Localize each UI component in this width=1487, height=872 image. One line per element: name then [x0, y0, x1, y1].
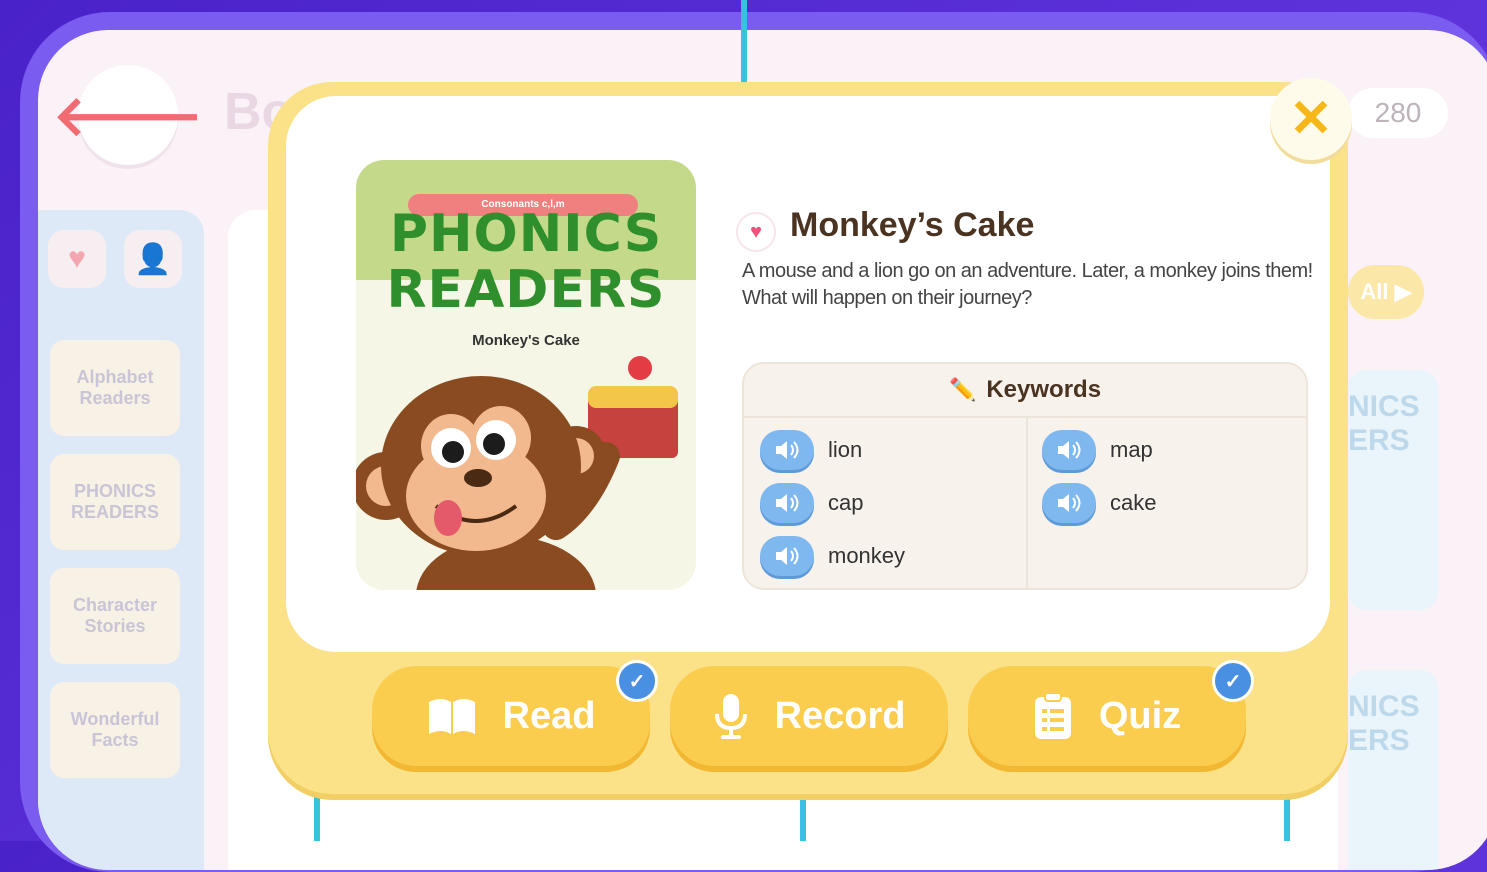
speaker-icon[interactable]	[1042, 483, 1096, 523]
book-card-peek[interactable]: NICS ERS	[1348, 370, 1438, 610]
book-title: Monkey’s Cake	[790, 206, 1035, 244]
keyword-item: lion	[760, 430, 862, 470]
book-card-peek[interactable]: NICS ERS	[1348, 670, 1438, 870]
record-label: Record	[774, 694, 906, 737]
checkmark-icon: ✓	[1212, 660, 1254, 702]
microphone-icon	[714, 694, 747, 739]
sidebar-item-phonics-readers[interactable]: PHONICS READERS	[50, 454, 180, 550]
read-label: Read	[502, 694, 596, 737]
read-button[interactable]: Read	[372, 666, 650, 766]
keywords-header: ✏️ Keywords	[744, 364, 1306, 418]
keywords-panel: ✏️ Keywords lion cap monkey map cake	[742, 362, 1308, 590]
speaker-icon[interactable]	[760, 483, 814, 523]
monkey-illustration	[356, 356, 678, 590]
book-description: A mouse and a lion go on an adventure. L…	[742, 260, 1313, 309]
keyword-label: cap	[828, 490, 864, 515]
checkmark-icon: ✓	[616, 660, 658, 702]
points-counter: 280	[1348, 88, 1448, 138]
pencil-icon: ✏️	[948, 377, 977, 402]
keyword-label: map	[1110, 437, 1153, 462]
profile-icon[interactable]: 👤	[124, 230, 182, 288]
favorite-heart-icon[interactable]: ♥	[738, 214, 774, 250]
keyword-label: lion	[828, 437, 863, 462]
close-icon: ✕	[1289, 90, 1333, 148]
favorites-heart-icon[interactable]: ♥	[48, 230, 106, 288]
keyword-label: monkey	[828, 543, 906, 568]
sidebar-item-wonderful-facts[interactable]: Wonderful Facts	[50, 682, 180, 778]
book-detail-modal: Consonants c,l,m PHONICS READERS Monkey'…	[268, 82, 1348, 794]
speaker-icon[interactable]	[760, 536, 814, 576]
book-detail-card: Consonants c,l,m PHONICS READERS Monkey'…	[286, 96, 1330, 652]
keyword-item: cap	[760, 483, 863, 523]
quiz-button[interactable]: Quiz	[968, 666, 1246, 766]
keyword-label: cake	[1110, 490, 1157, 515]
cover-title: READERS	[386, 260, 666, 320]
record-button[interactable]: Record	[670, 666, 948, 766]
book-icon	[428, 699, 475, 734]
back-button[interactable]: 🡐	[53, 65, 203, 165]
keywords-heading: Keywords	[986, 376, 1102, 403]
cover-title: PHONICS	[389, 204, 663, 264]
keyword-item: monkey	[760, 536, 905, 576]
speaker-icon[interactable]	[1042, 430, 1096, 470]
keyword-item: map	[1042, 430, 1153, 470]
close-button[interactable]: ✕	[1270, 78, 1352, 160]
quiz-label: Quiz	[1098, 694, 1182, 737]
clipboard-icon	[1034, 692, 1071, 739]
keyword-item: cake	[1042, 483, 1156, 523]
sidebar: ♥ 👤 Alphabet Readers PHONICS READERS Cha…	[38, 210, 204, 870]
all-button[interactable]: All ▶	[1348, 265, 1424, 319]
speaker-icon[interactable]	[760, 430, 814, 470]
sidebar-item-character-stories[interactable]: Character Stories	[50, 568, 180, 664]
book-cover: Consonants c,l,m PHONICS READERS Monkey'…	[356, 160, 696, 590]
sidebar-item-alphabet-readers[interactable]: Alphabet Readers	[50, 340, 180, 436]
back-arrow-icon: 🡐	[52, 84, 204, 147]
